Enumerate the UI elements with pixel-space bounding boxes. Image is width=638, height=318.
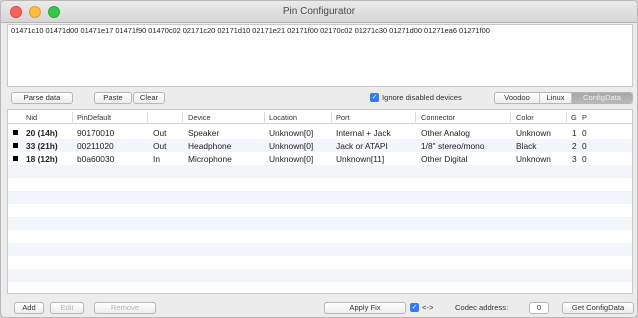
paste-button[interactable]: Paste — [94, 92, 132, 104]
table-row[interactable]: 33 (21h) 00211020 Out Headphone Unknown[… — [8, 139, 632, 152]
cell-pindefault: b0a60030 — [77, 154, 115, 164]
cell-pindefault: 90170010 — [77, 128, 115, 138]
hex-config-input[interactable]: 01471c10 01471d00 01471e17 01471f90 0147… — [7, 24, 633, 87]
empty-row — [8, 204, 632, 217]
color-swatch-icon — [13, 143, 18, 148]
cell-direction: Out — [153, 128, 167, 138]
cell-port: Jack or ATAPI — [336, 141, 388, 151]
cell-nid: 33 (21h) — [26, 141, 58, 151]
bottom-bar: Add Edit Remove Apply Fix ✓ <-> Codec ad… — [1, 300, 637, 317]
empty-row — [8, 217, 632, 230]
color-swatch-icon — [13, 156, 18, 161]
table-header: Nid PinDefault Device Location Port Conn… — [8, 110, 632, 124]
ignore-disabled-checkbox[interactable]: ✓ — [370, 93, 379, 102]
table-row[interactable]: 20 (14h) 90170010 Out Speaker Unknown[0]… — [8, 126, 632, 139]
col-connector[interactable]: Connector — [421, 113, 455, 122]
toolbar: Parse data Paste Clear ✓ Ignore disabled… — [1, 90, 637, 107]
ignore-disabled-label: Ignore disabled devices — [382, 93, 462, 102]
swap-checkbox[interactable]: ✓ — [410, 303, 419, 312]
cell-port: Internal + Jack — [336, 128, 391, 138]
edit-button[interactable]: Edit — [50, 302, 84, 314]
parse-data-button[interactable]: Parse data — [11, 92, 73, 104]
clear-button[interactable]: Clear — [133, 92, 165, 104]
cell-g: 3 — [572, 154, 577, 164]
remove-button[interactable]: Remove — [94, 302, 156, 314]
segment-voodoo[interactable]: Voodoo — [495, 93, 540, 103]
cell-port: Unknown[11] — [336, 154, 385, 164]
empty-row — [8, 230, 632, 243]
cell-nid: 20 (14h) — [26, 128, 58, 138]
empty-row — [8, 178, 632, 191]
empty-row — [8, 243, 632, 256]
codec-address-stepper[interactable]: 0 — [529, 302, 549, 314]
cell-direction: Out — [153, 141, 167, 151]
col-location[interactable]: Location — [269, 113, 297, 122]
col-pindefault[interactable]: PinDefault — [77, 113, 111, 122]
cell-location: Unknown[0] — [269, 128, 314, 138]
cell-connector: 1/8" stereo/mono — [421, 141, 485, 151]
empty-row — [8, 165, 632, 178]
cell-p: 0 — [582, 154, 587, 164]
col-g[interactable]: G — [571, 113, 577, 122]
cell-device: Headphone — [188, 141, 232, 151]
window-title: Pin Configurator — [282, 6, 356, 17]
cell-g: 2 — [572, 141, 577, 151]
segment-linux[interactable]: Linux — [540, 93, 572, 103]
empty-row — [8, 269, 632, 282]
col-color[interactable]: Color — [516, 113, 534, 122]
table-row[interactable]: 18 (12h) b0a60030 In Microphone Unknown[… — [8, 152, 632, 165]
cell-color: Unknown — [516, 128, 551, 138]
empty-row — [8, 256, 632, 269]
cell-location: Unknown[0] — [269, 141, 314, 151]
cell-p: 0 — [582, 128, 587, 138]
cell-connector: Other Analog — [421, 128, 470, 138]
mode-segmented-control: Voodoo Linux ConfigData — [494, 92, 633, 104]
cell-pindefault: 00211020 — [77, 141, 114, 151]
cell-connector: Other Digital — [421, 154, 468, 164]
pin-table: Nid PinDefault Device Location Port Conn… — [7, 109, 633, 294]
title-bar[interactable]: Pin Configurator — [1, 1, 637, 23]
col-port[interactable]: Port — [336, 113, 350, 122]
cell-g: 1 — [572, 128, 577, 138]
codec-address-label: Codec address: — [455, 303, 509, 312]
col-device[interactable]: Device — [188, 113, 211, 122]
swap-label: <-> — [422, 303, 434, 312]
color-swatch-icon — [13, 130, 18, 135]
segment-configdata[interactable]: ConfigData — [572, 93, 632, 103]
empty-row — [8, 191, 632, 204]
empty-row — [8, 282, 632, 293]
cell-nid: 18 (12h) — [26, 154, 58, 164]
get-configdata-button[interactable]: Get ConfigData — [562, 302, 634, 314]
apply-fix-button[interactable]: Apply Fix — [324, 302, 406, 314]
col-nid[interactable]: Nid — [26, 113, 37, 122]
col-p[interactable]: P — [582, 113, 587, 122]
cell-p: 0 — [582, 141, 587, 151]
pin-configurator-window: Pin Configurator 01471c10 01471d00 01471… — [0, 0, 638, 318]
cell-location: Unknown[0] — [269, 154, 314, 164]
cell-device: Speaker — [188, 128, 220, 138]
cell-color: Unknown — [516, 154, 551, 164]
cell-direction: In — [153, 154, 160, 164]
cell-color: Black — [516, 141, 537, 151]
add-button[interactable]: Add — [14, 302, 44, 314]
cell-device: Microphone — [188, 154, 232, 164]
